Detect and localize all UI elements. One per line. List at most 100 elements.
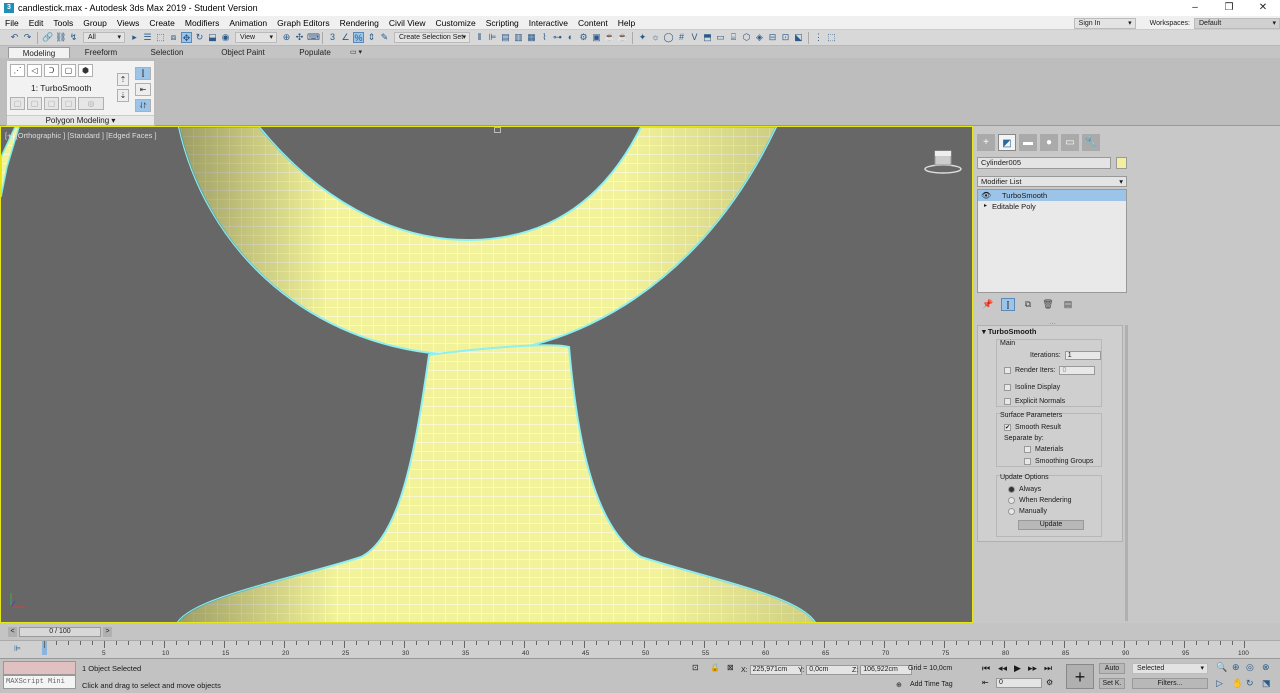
app-icon[interactable]: 3 <box>4 3 14 13</box>
go-to-end-icon[interactable]: ⏭ <box>1044 663 1052 674</box>
utilities-tab-icon[interactable]: 🔧 <box>1082 134 1100 151</box>
workspaces-dropdown[interactable]: Default <box>1194 17 1280 29</box>
create-tab-icon[interactable]: + <box>977 134 995 151</box>
y-field[interactable]: 0,0cm <box>806 665 859 675</box>
render-iters-spinner[interactable]: 0 <box>1059 366 1096 375</box>
select-rotate-icon[interactable]: ↻ <box>194 32 205 43</box>
stack-item-editable-poly[interactable]: ▸ Editable Poly <box>978 201 1126 212</box>
object-color-swatch[interactable] <box>1116 157 1127 169</box>
go-to-start-icon[interactable]: ⏮ <box>982 663 990 674</box>
select-move-icon[interactable]: ✥ <box>181 32 192 43</box>
toggle-layer-explorer-icon[interactable]: ▥ <box>513 32 524 43</box>
expand-arrow-icon[interactable]: ▸ <box>984 201 987 212</box>
link-icon[interactable]: 🔗 <box>42 32 53 43</box>
menu-customize[interactable]: Customize <box>431 18 481 28</box>
polygon-icon[interactable]: ▢ <box>61 64 76 77</box>
percent-snap-icon[interactable]: % <box>353 32 364 43</box>
current-frame-field[interactable]: 0 <box>996 678 1042 688</box>
time-slider-thumb[interactable]: 0 / 100 <box>19 627 101 637</box>
vray-icon[interactable]: V <box>689 32 700 43</box>
menu-file[interactable]: File <box>0 18 24 28</box>
menu-animation[interactable]: Animation <box>224 18 272 28</box>
camera-icon[interactable]: ⌸ <box>728 32 739 43</box>
pin-stack-icon[interactable]: ⇤ <box>135 83 151 96</box>
zoom-extents-all-icon[interactable]: ⊗ <box>1262 662 1270 673</box>
menu-help[interactable]: Help <box>613 18 640 28</box>
materials-checkbox[interactable] <box>1024 446 1031 453</box>
key-filters-button[interactable]: Filters... <box>1132 678 1208 689</box>
object-name-field[interactable]: Cylinder005 <box>977 157 1111 169</box>
viewcube-icon[interactable] <box>924 150 962 174</box>
x-field[interactable]: 225,971cm <box>749 665 802 675</box>
stack-down-icon[interactable]: ⇣ <box>117 89 129 102</box>
preview-subobject-icon[interactable]: ▢ <box>27 97 42 110</box>
spinner-snap-icon[interactable]: ⇕ <box>366 32 377 43</box>
key-mode-icon[interactable]: ⇤ <box>982 678 989 687</box>
hierarchy-tab-icon[interactable]: ▬ <box>1019 134 1037 151</box>
viewport-label[interactable]: [+] [Orthographic ] [Standard ] [Edged F… <box>5 131 157 140</box>
auto-key-button[interactable]: Auto <box>1099 663 1125 674</box>
time-slider[interactable]: < 0 / 100 > <box>8 627 112 637</box>
zoom-all-icon[interactable]: ⊕ <box>1232 662 1240 673</box>
zoom-extents-icon[interactable]: ◎ <box>1246 662 1254 673</box>
edge-icon[interactable]: ◁ <box>27 64 42 77</box>
preview-multi-icon[interactable]: ▢ <box>44 97 59 110</box>
border-icon[interactable]: Ↄ <box>44 64 59 77</box>
tab-object-paint[interactable]: Object Paint <box>202 47 284 58</box>
field-of-view-icon[interactable]: ▷ <box>1216 678 1223 689</box>
smooth-result-checkbox[interactable]: ✔ <box>1004 424 1011 431</box>
maxscript-output[interactable] <box>3 661 76 675</box>
vertex-icon[interactable]: ⋰ <box>10 64 25 77</box>
show-end-result-icon[interactable]: ⫿ <box>1001 298 1015 311</box>
pivot-center-icon[interactable]: ⊕ <box>281 32 292 43</box>
prev-frame-icon[interactable]: < <box>8 627 17 637</box>
menu-modifiers[interactable]: Modifiers <box>180 18 224 28</box>
keyboard-shortcut-icon[interactable]: ⌨ <box>307 32 320 43</box>
object-properties-icon[interactable]: ⊟ <box>767 32 778 43</box>
curve-editor-icon[interactable]: ⌇ <box>539 32 550 43</box>
menu-graph-editors[interactable]: Graph Editors <box>272 18 334 28</box>
pin-stack-icon[interactable]: 📌 <box>981 298 995 311</box>
script-icon[interactable]: ⋮ <box>813 32 824 43</box>
maximize-viewport-icon[interactable]: ⬔ <box>1262 678 1271 689</box>
menu-rendering[interactable]: Rendering <box>335 18 384 28</box>
mirror-icon[interactable]: ⫴ <box>474 32 485 43</box>
explicit-normals-checkbox[interactable] <box>1004 398 1011 405</box>
capture-icon[interactable]: ⬕ <box>793 32 804 43</box>
manipulate-icon[interactable]: ✣ <box>294 32 305 43</box>
angle-snap-icon[interactable]: ∠ <box>340 32 351 43</box>
render-production-icon[interactable]: ☕ <box>604 32 615 43</box>
next-frame-icon[interactable]: > <box>103 627 112 637</box>
motion-tab-icon[interactable]: ● <box>1040 134 1058 151</box>
close-button[interactable]: ✕ <box>1246 0 1280 16</box>
menu-create[interactable]: Create <box>144 18 180 28</box>
align-icon[interactable]: ⊫ <box>487 32 498 43</box>
manually-radio[interactable] <box>1008 508 1015 515</box>
remove-modifier-icon[interactable]: 🗑 <box>1041 298 1055 311</box>
material-icon[interactable]: ◈ <box>754 32 765 43</box>
toggle-scene-explorer-icon[interactable]: ▤ <box>500 32 511 43</box>
z-field[interactable]: 106,922cm <box>860 665 913 675</box>
edit-named-selection-icon[interactable]: ✎ <box>379 32 390 43</box>
play-icon[interactable]: ▶ <box>1014 663 1021 674</box>
menu-group[interactable]: Group <box>78 18 112 28</box>
select-scale-icon[interactable]: ⬓ <box>207 32 218 43</box>
lock-selection-icon[interactable]: 🔒 <box>710 663 720 672</box>
menu-tools[interactable]: Tools <box>48 18 78 28</box>
undo-icon[interactable]: ↶ <box>9 32 20 43</box>
redo-icon[interactable]: ↷ <box>22 32 33 43</box>
create-light-icon[interactable]: ✦ <box>637 32 648 43</box>
create-key-button[interactable]: + <box>1066 664 1094 689</box>
window-crossing-icon[interactable]: ⧈ <box>168 32 179 43</box>
menu-content[interactable]: Content <box>573 18 613 28</box>
named-selection-dropdown[interactable]: Create Selection Set <box>394 32 470 43</box>
set-key-button[interactable]: Set K. <box>1099 678 1125 689</box>
tab-modeling[interactable]: Modeling <box>8 47 70 58</box>
zoom-icon[interactable]: 🔍 <box>1216 662 1227 673</box>
time-config-icon[interactable]: ⚙ <box>1046 678 1053 687</box>
placement-icon[interactable]: ◉ <box>220 32 231 43</box>
isolate-icon[interactable]: ⊡ <box>692 663 699 672</box>
select-by-name-icon[interactable]: ☰ <box>142 32 153 43</box>
stack-item-turbosmooth[interactable]: 👁 TurboSmooth <box>978 190 1126 201</box>
orbit-icon[interactable]: ↻ <box>1246 678 1254 689</box>
